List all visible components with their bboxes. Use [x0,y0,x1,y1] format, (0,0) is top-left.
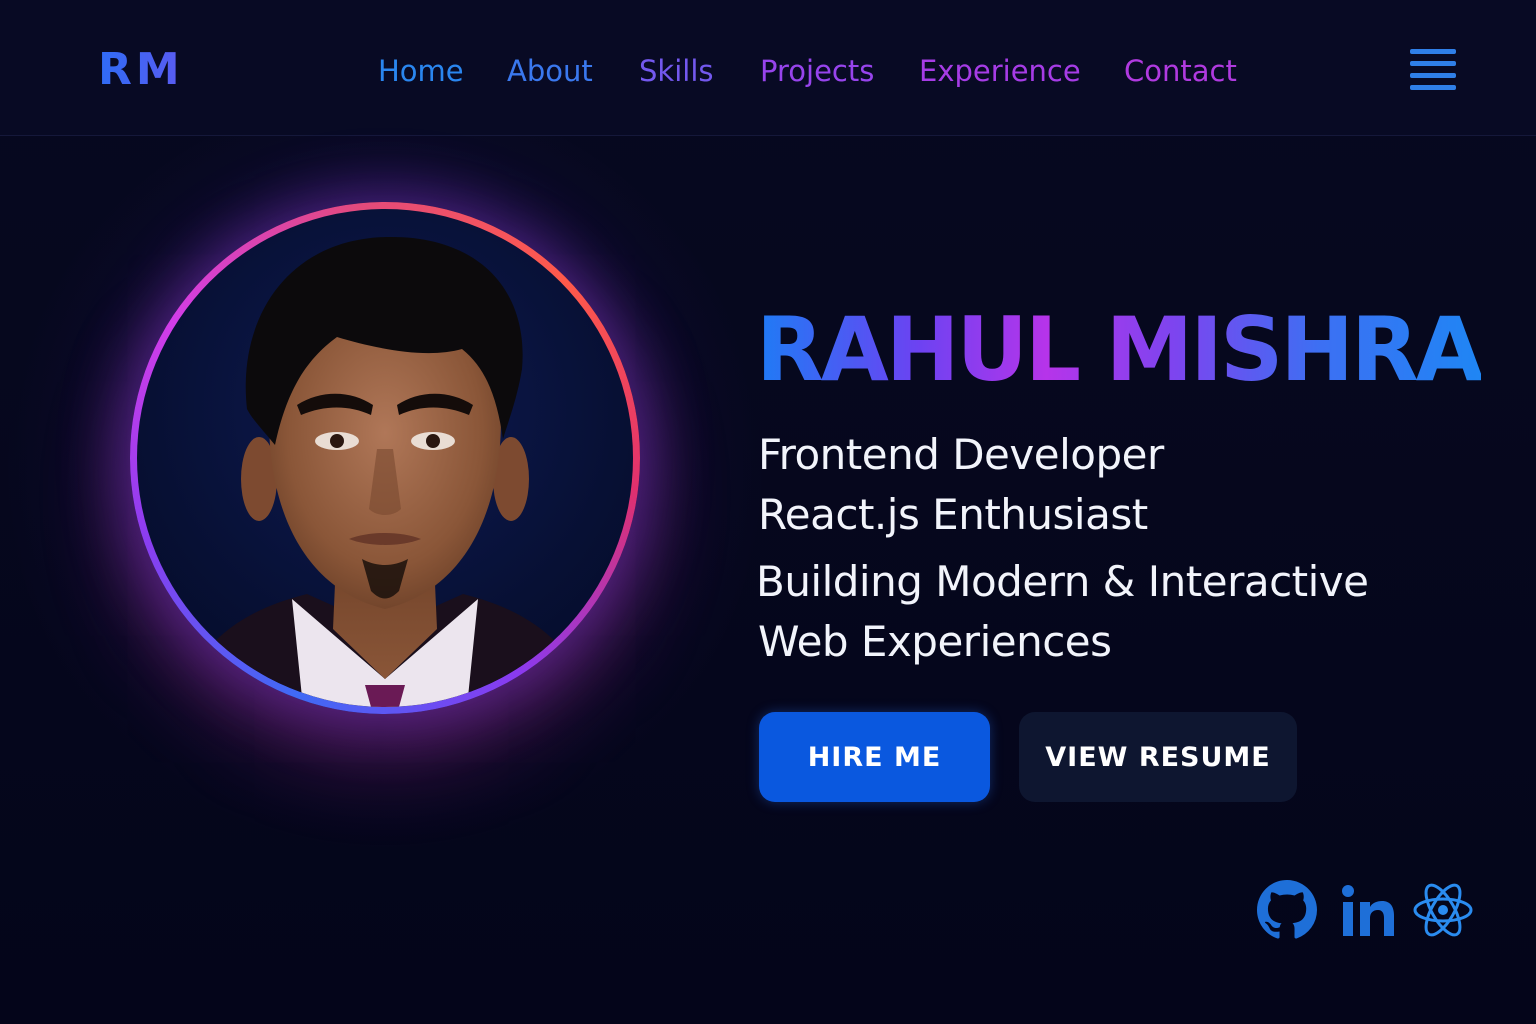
nav-link-experience[interactable]: Experience [919,52,1081,90]
hero-role-frontend: Frontend Developer [758,430,1164,479]
view-resume-button[interactable]: VIEW RESUME [1019,712,1297,802]
nav-links: Home About Skills Projects Experience Co… [0,52,1536,92]
navbar: RM Home About Skills Projects Experience… [0,0,1536,136]
hero-tagline-line1: Building Modern & Interactive [756,557,1369,606]
nav-link-projects[interactable]: Projects [760,52,874,90]
github-icon[interactable] [1256,880,1318,940]
hero-tagline-line2: Web Experiences [758,617,1112,666]
linkedin-icon[interactable] [1340,882,1396,938]
portfolio-page: RM Home About Skills Projects Experience… [0,0,1536,1024]
hero-name: RAHUL MISHRA [756,298,1484,401]
hire-me-button[interactable]: HIRE ME [759,712,990,802]
nav-link-skills[interactable]: Skills [639,52,713,90]
avatar-portrait [177,236,593,707]
nav-link-contact[interactable]: Contact [1124,52,1237,90]
avatar [137,209,633,707]
nav-link-about[interactable]: About [507,52,593,90]
nav-link-home[interactable]: Home [378,52,464,90]
react-icon[interactable] [1412,882,1474,938]
hamburger-menu-icon[interactable] [1410,47,1458,91]
hero-role-react: React.js Enthusiast [758,490,1148,539]
